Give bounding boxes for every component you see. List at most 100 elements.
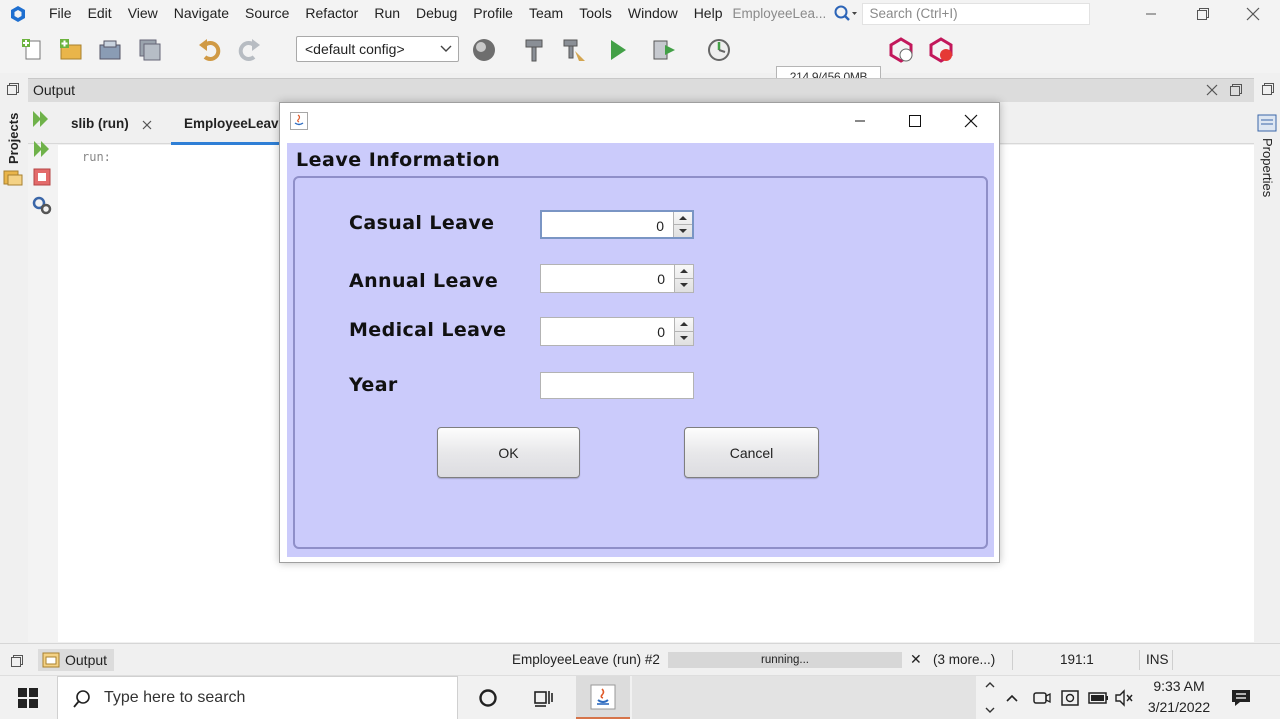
spinner-up-icon: [680, 322, 688, 327]
dialog-titlebar[interactable]: [280, 103, 999, 138]
output-minimized-tab[interactable]: Output: [38, 649, 114, 671]
close-window-button[interactable]: [1230, 0, 1276, 27]
menu-source[interactable]: Source: [237, 0, 297, 27]
windows-logo-icon: [18, 688, 38, 708]
debug-project-icon[interactable]: [651, 37, 677, 63]
menu-profile[interactable]: Profile: [465, 0, 521, 27]
restore-window-group-icon[interactable]: [1261, 82, 1275, 96]
restore-window-group-icon[interactable]: [10, 654, 24, 668]
show-hidden-icons-icon[interactable]: [1004, 690, 1020, 706]
stop-icon[interactable]: [33, 168, 51, 186]
close-tab-icon[interactable]: [142, 120, 152, 130]
undo-icon[interactable]: [197, 37, 223, 63]
rerun-with-params-icon[interactable]: [32, 140, 52, 158]
onedrive-sync-icon[interactable]: [1060, 688, 1080, 708]
volume-muted-icon[interactable]: [1114, 688, 1134, 708]
new-project-icon[interactable]: [58, 37, 84, 63]
chevron-up-icon[interactable]: [984, 679, 996, 691]
spinner-down-button[interactable]: [675, 279, 693, 293]
dialog-content: Leave Information Casual Leave 0 Annual …: [287, 143, 994, 557]
profile-project-icon[interactable]: [706, 37, 732, 63]
casual-leave-spinner[interactable]: 0: [540, 210, 694, 239]
restore-icon: [1197, 7, 1209, 20]
meet-now-icon[interactable]: [1032, 688, 1052, 708]
snapshot-profiler-icon[interactable]: [928, 37, 954, 63]
menu-window[interactable]: Window: [620, 0, 686, 27]
spinner-down-button[interactable]: [675, 332, 693, 346]
output-panel-header: Output: [28, 78, 1254, 102]
menu-edit[interactable]: Edit: [80, 0, 120, 27]
netbeans-logo-icon: [11, 5, 25, 22]
ide-search-input[interactable]: Search (Ctrl+I): [862, 2, 1091, 25]
open-project-icon[interactable]: [97, 37, 123, 63]
menu-run[interactable]: Run: [366, 0, 408, 27]
spinner-up-button[interactable]: [675, 265, 693, 279]
files-icon[interactable]: [3, 168, 23, 186]
dialog-minimize-button[interactable]: [837, 103, 883, 138]
console-text: run:: [82, 150, 111, 164]
more-tasks-link[interactable]: (3 more...): [933, 652, 995, 667]
restore-button[interactable]: [1180, 0, 1226, 27]
properties-side-tab[interactable]: Properties: [1257, 136, 1277, 200]
gc-profiler-icon[interactable]: [888, 37, 914, 63]
taskbar-search-box[interactable]: Type here to search: [57, 676, 458, 719]
menu-refactor[interactable]: Refactor: [297, 0, 366, 27]
search-icon[interactable]: [832, 4, 858, 24]
taskbar-search-placeholder: Type here to search: [104, 689, 246, 706]
spinner-up-button[interactable]: [675, 318, 693, 332]
menu-navigate[interactable]: Navigate: [166, 0, 237, 27]
dialog-close-button[interactable]: [948, 103, 994, 138]
spinner-up-button[interactable]: [674, 212, 692, 225]
config-select[interactable]: <default config>: [296, 36, 459, 62]
action-center-icon[interactable]: [1230, 687, 1252, 709]
clock-date[interactable]: 3/21/2022: [1140, 699, 1218, 715]
battery-icon[interactable]: [1088, 689, 1110, 707]
status-bar: Output EmployeeLeave (run) #2 running...…: [0, 643, 1280, 675]
projects-side-tab[interactable]: Projects: [4, 112, 24, 164]
casual-leave-label: Casual Leave: [349, 212, 495, 234]
cortana-button[interactable]: [466, 676, 510, 719]
tab-employeeleave-run[interactable]: EmployeeLeave: [184, 116, 286, 131]
cancel-task-icon[interactable]: ✕: [910, 651, 922, 668]
menu-help[interactable]: Help: [686, 0, 731, 27]
browser-globe-icon[interactable]: [471, 37, 497, 63]
clock-time[interactable]: 9:33 AM: [1148, 678, 1210, 694]
save-all-icon[interactable]: [137, 37, 163, 63]
menu-file[interactable]: File: [41, 0, 80, 27]
taskbar-java-app[interactable]: [576, 676, 630, 719]
start-button[interactable]: [0, 676, 56, 719]
ok-button[interactable]: OK: [437, 427, 580, 478]
java-icon: [290, 112, 308, 130]
rerun-icon[interactable]: [31, 110, 51, 128]
properties-icon[interactable]: [1257, 114, 1277, 132]
build-hammer-icon[interactable]: [521, 37, 547, 63]
minimize-button[interactable]: [1128, 0, 1174, 27]
annual-leave-spinner[interactable]: 0: [540, 264, 694, 293]
new-file-icon[interactable]: [20, 37, 46, 63]
tab-slib-run[interactable]: slib (run): [71, 116, 129, 131]
minimize-icon: [855, 120, 865, 121]
year-input[interactable]: [540, 372, 694, 399]
redo-icon[interactable]: [236, 37, 262, 63]
settings-gears-icon[interactable]: [31, 195, 53, 215]
dialog-maximize-button[interactable]: [892, 103, 938, 138]
menu-bar: File Edit View Navigate Source Refactor …: [0, 0, 1280, 27]
run-project-icon[interactable]: [605, 37, 631, 63]
task-progress-bar[interactable]: running...: [668, 652, 902, 668]
menu-debug[interactable]: Debug: [408, 0, 465, 27]
spinner-buttons: [674, 318, 693, 345]
restore-window-group-icon[interactable]: [6, 82, 20, 96]
output-gutter: [28, 141, 58, 642]
menu-view[interactable]: View: [120, 0, 166, 27]
chevron-down-icon[interactable]: [984, 704, 996, 716]
task-view-button[interactable]: [522, 676, 566, 719]
clean-build-icon[interactable]: [561, 37, 587, 63]
menu-team[interactable]: Team: [521, 0, 571, 27]
close-panel-icon[interactable]: [1206, 84, 1218, 96]
maximize-panel-icon[interactable]: [1229, 83, 1243, 97]
menu-tools[interactable]: Tools: [571, 0, 620, 27]
medical-leave-spinner[interactable]: 0: [540, 317, 694, 346]
spinner-down-button[interactable]: [674, 225, 692, 238]
progress-text: running...: [761, 654, 809, 666]
cancel-button[interactable]: Cancel: [684, 427, 819, 478]
